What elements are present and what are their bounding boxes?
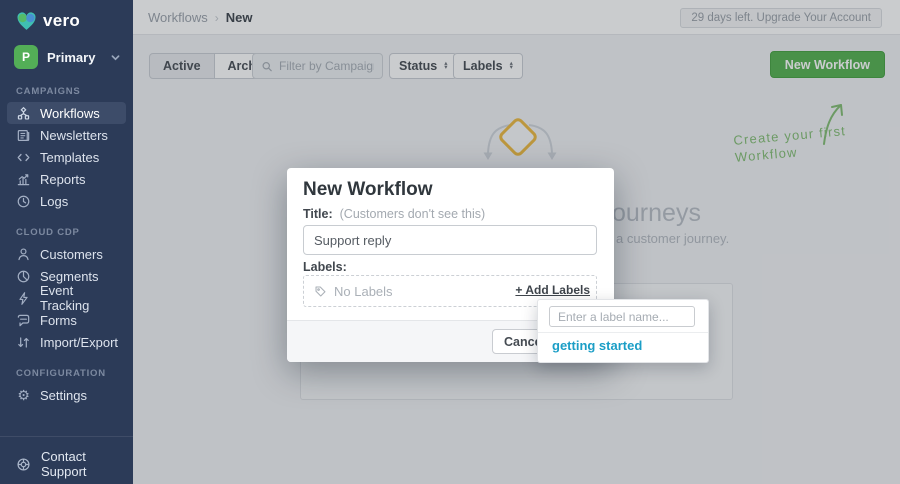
add-labels-popover: getting started — [537, 299, 709, 363]
sidebar: vero P Primary CAMPAIGNS Workflows Newsl… — [0, 0, 133, 484]
contact-support-label: Contact Support — [41, 449, 133, 479]
sidebar-item-label: Templates — [40, 150, 99, 165]
sidebar-item-label: Customers — [40, 247, 103, 262]
title-field-row: Title: (Customers don't see this) — [303, 207, 485, 221]
sidebar-item-templates[interactable]: Templates — [7, 146, 126, 168]
sidebar-item-label: Workflows — [40, 106, 100, 121]
workflows-icon — [16, 106, 31, 121]
newsletters-icon — [16, 128, 31, 143]
segments-icon — [16, 269, 31, 284]
chevron-down-icon — [110, 52, 121, 63]
forms-icon — [16, 313, 31, 328]
account-name: Primary — [47, 50, 110, 65]
popover-divider — [538, 332, 708, 333]
sidebar-item-label: Logs — [40, 194, 68, 209]
sidebar-item-newsletters[interactable]: Newsletters — [7, 124, 126, 146]
modal-title: New Workflow — [303, 179, 433, 201]
sidebar-item-label: Segments — [40, 269, 99, 284]
sidebar-item-import-export[interactable]: Import/Export — [7, 331, 126, 353]
reports-icon — [16, 172, 31, 187]
workflow-title-input[interactable] — [303, 225, 597, 255]
account-switcher[interactable]: P Primary — [12, 43, 123, 71]
life-ring-icon — [16, 457, 31, 472]
app-window: vero P Primary CAMPAIGNS Workflows Newsl… — [0, 0, 900, 484]
vero-logo[interactable]: vero — [0, 0, 133, 35]
sidebar-item-reports[interactable]: Reports — [7, 168, 126, 190]
sidebar-item-label: Newsletters — [40, 128, 108, 143]
account-avatar: P — [14, 45, 38, 69]
event-tracking-icon — [16, 291, 31, 306]
logs-icon — [16, 194, 31, 209]
sidebar-item-event-tracking[interactable]: Event Tracking — [7, 287, 126, 309]
sidebar-item-label: Forms — [40, 313, 77, 328]
customers-icon — [16, 247, 31, 262]
sidebar-bottom-icons: ? — [0, 479, 133, 484]
title-field-hint: (Customers don't see this) — [340, 207, 486, 221]
sidebar-item-customers[interactable]: Customers — [7, 243, 126, 265]
sidebar-footer: Contact Support ? — [0, 436, 133, 484]
section-label-configuration: CONFIGURATION — [16, 368, 117, 379]
gear-icon: ⚙ — [16, 388, 31, 403]
sidebar-item-label: Reports — [40, 172, 86, 187]
sidebar-item-label: Import/Export — [40, 335, 118, 350]
sidebar-item-logs[interactable]: Logs — [7, 190, 126, 212]
title-field-label: Title: — [303, 207, 333, 221]
section-label-campaigns: CAMPAIGNS — [16, 86, 117, 97]
label-name-input[interactable] — [549, 306, 695, 327]
add-labels-link[interactable]: + Add Labels — [515, 283, 590, 297]
sidebar-item-label: Settings — [40, 388, 87, 403]
labels-field-label: Labels: — [303, 260, 347, 274]
tag-icon — [314, 285, 327, 298]
sidebar-item-workflows[interactable]: Workflows — [7, 102, 126, 124]
sidebar-item-settings[interactable]: ⚙ Settings — [7, 384, 126, 406]
templates-icon — [16, 150, 31, 165]
sidebar-item-label: Event Tracking — [40, 283, 117, 313]
label-suggestion-getting-started[interactable]: getting started — [552, 338, 642, 353]
logo-text: vero — [43, 11, 80, 31]
import-export-icon — [16, 335, 31, 350]
section-label-cloud-cdp: CLOUD CDP — [16, 227, 117, 238]
contact-support-link[interactable]: Contact Support — [0, 437, 133, 479]
vero-heart-icon — [16, 12, 37, 31]
